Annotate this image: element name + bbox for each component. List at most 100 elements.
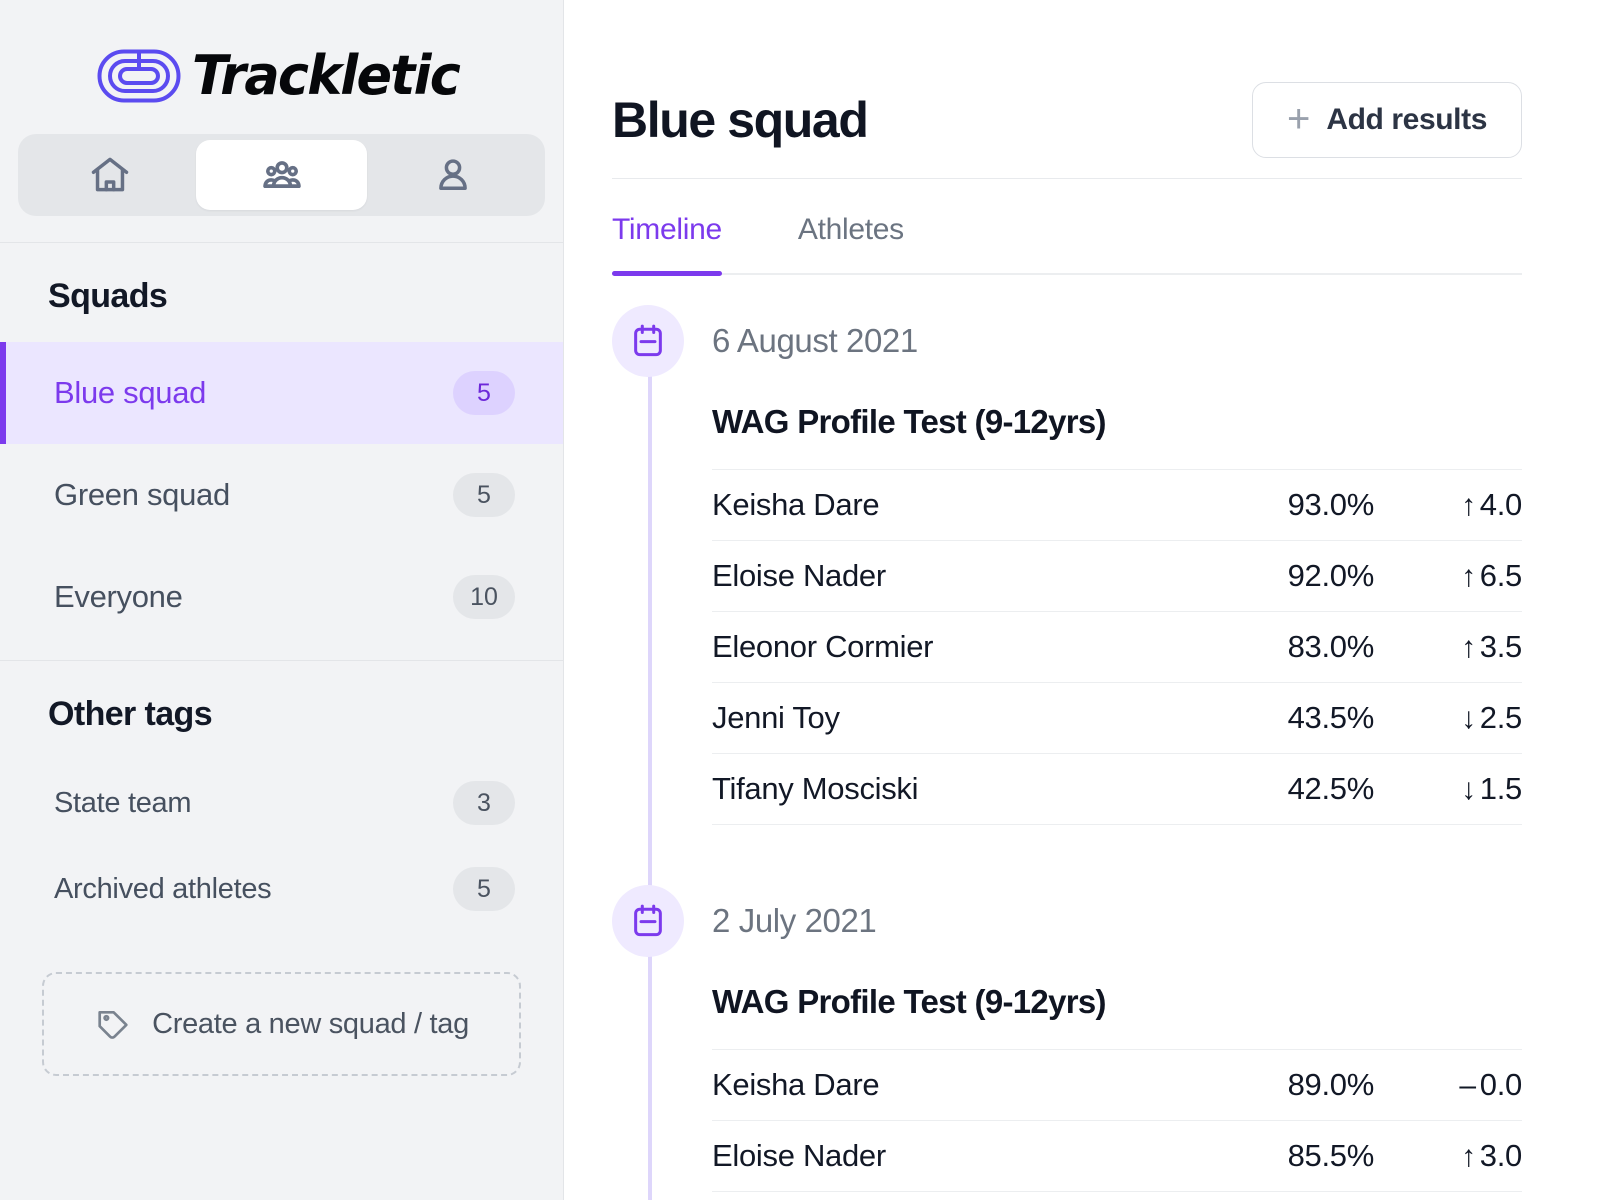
athlete-name: Tifany Mosciski: [712, 754, 1144, 825]
page-header: Blue squad + Add results: [612, 0, 1522, 178]
results-table: Keisha Dare 93.0% ↑4.0 Eloise Nader 92.0…: [712, 469, 1522, 825]
test-name: WAG Profile Test (9-12yrs): [712, 983, 1522, 1021]
timeline-entry-body: WAG Profile Test (9-12yrs) Keisha Dare 8…: [712, 957, 1522, 1200]
athlete-score: 93.0%: [1144, 470, 1374, 541]
athlete-delta: –0.0: [1374, 1050, 1522, 1121]
arrow-down-icon: ↓: [1461, 773, 1476, 807]
spacer: [0, 648, 563, 660]
athlete-name: Jenni Toy: [712, 683, 1144, 754]
athlete-name: Eloise Nader: [712, 1121, 1144, 1192]
other-tags-heading: Other tags: [0, 695, 563, 734]
brand-logo[interactable]: Trackletic: [0, 38, 563, 114]
app-root: Trackletic: [0, 0, 1600, 1200]
arrow-up-icon: ↑: [1461, 1140, 1476, 1174]
athlete-name: Eloise Nader: [712, 541, 1144, 612]
delta-value: 0.0: [1480, 1067, 1522, 1102]
brand-name: Trackletic: [192, 49, 459, 103]
track-loop-icon: [96, 48, 182, 104]
person-icon: [431, 153, 475, 197]
create-squad-tag-label: Create a new squad / tag: [152, 1008, 469, 1041]
nav-squads-button[interactable]: [196, 140, 368, 210]
sidebar-item-label: State team: [54, 787, 191, 820]
table-row[interactable]: Eloise Nader 85.5% ↑3.0: [712, 1121, 1522, 1192]
results-table: Keisha Dare 89.0% –0.0 Eloise Nader 85.5…: [712, 1049, 1522, 1192]
add-results-label: Add results: [1326, 103, 1487, 137]
tab-timeline-label: Timeline: [612, 213, 722, 246]
calendar-badge: [612, 885, 684, 957]
sidebar-item-label: Archived athletes: [54, 873, 271, 906]
timeline-entry: 2 July 2021 WAG Profile Test (9-12yrs) K…: [612, 885, 1522, 1200]
timeline-entry: 6 August 2021 WAG Profile Test (9-12yrs)…: [612, 305, 1522, 885]
sidebar-item-count: 5: [453, 371, 515, 415]
squads-section: Squads Blue squad 5 Green squad 5 Everyo…: [0, 243, 563, 648]
athlete-delta: ↓2.5: [1374, 683, 1522, 754]
people-group-icon: [259, 152, 305, 198]
sidebar-item-everyone[interactable]: Everyone 10: [0, 546, 563, 648]
calendar-icon: [629, 902, 667, 940]
delta-value: 6.5: [1480, 558, 1522, 593]
table-row[interactable]: Eleonor Cormier 83.0% ↑3.5: [712, 612, 1522, 683]
athlete-score: 89.0%: [1144, 1050, 1374, 1121]
sidebar: Trackletic: [0, 0, 564, 1200]
athlete-name: Keisha Dare: [712, 1050, 1144, 1121]
sidebar-item-green-squad[interactable]: Green squad 5: [0, 444, 563, 546]
plus-icon: +: [1287, 99, 1310, 139]
table-row[interactable]: Eloise Nader 92.0% ↑6.5: [712, 541, 1522, 612]
athlete-delta: ↑6.5: [1374, 541, 1522, 612]
sidebar-item-count: 3: [453, 781, 515, 825]
athlete-name: Keisha Dare: [712, 470, 1144, 541]
table-row[interactable]: Jenni Toy 43.5% ↓2.5: [712, 683, 1522, 754]
arrow-down-icon: ↓: [1461, 702, 1476, 736]
sidebar-item-archived-athletes[interactable]: Archived athletes 5: [0, 846, 563, 932]
arrow-up-icon: ↑: [1461, 489, 1476, 523]
test-name: WAG Profile Test (9-12yrs): [712, 403, 1522, 441]
sidebar-item-blue-squad[interactable]: Blue squad 5: [0, 342, 563, 444]
page-title: Blue squad: [612, 91, 867, 149]
athlete-delta: ↑4.0: [1374, 470, 1522, 541]
athlete-score: 42.5%: [1144, 754, 1374, 825]
athlete-delta: ↑3.5: [1374, 612, 1522, 683]
tab-athletes[interactable]: Athletes: [798, 213, 904, 275]
tab-athletes-label: Athletes: [798, 213, 904, 246]
main-content: Blue squad + Add results Timeline Athlet…: [564, 0, 1600, 1200]
tab-timeline[interactable]: Timeline: [612, 213, 722, 275]
calendar-badge: [612, 305, 684, 377]
sidebar-item-label: Green squad: [54, 477, 230, 513]
table-row[interactable]: Tifany Mosciski 42.5% ↓1.5: [712, 754, 1522, 825]
sidebar-item-count: 5: [453, 473, 515, 517]
arrow-up-icon: ↑: [1461, 631, 1476, 665]
sidebar-scroll: Squads Blue squad 5 Green squad 5 Everyo…: [0, 243, 563, 1200]
table-row[interactable]: Keisha Dare 89.0% –0.0: [712, 1050, 1522, 1121]
sidebar-item-state-team[interactable]: State team 3: [0, 760, 563, 846]
athlete-score: 85.5%: [1144, 1121, 1374, 1192]
nav-profile-button[interactable]: [367, 140, 539, 210]
table-row[interactable]: Keisha Dare 93.0% ↑4.0: [712, 470, 1522, 541]
delta-value: 4.0: [1480, 487, 1522, 522]
tab-bar: Timeline Athletes: [612, 179, 1522, 275]
nav-home-button[interactable]: [24, 140, 196, 210]
delta-value: 3.5: [1480, 629, 1522, 664]
sidebar-item-count: 10: [453, 575, 515, 619]
athlete-score: 83.0%: [1144, 612, 1374, 683]
delta-value: 3.0: [1480, 1138, 1522, 1173]
create-squad-tag-button[interactable]: Create a new squad / tag: [42, 972, 521, 1076]
timeline-entry-body: WAG Profile Test (9-12yrs) Keisha Dare 9…: [712, 377, 1522, 885]
other-tags-section: Other tags State team 3 Archived athlete…: [0, 660, 563, 1076]
timeline-date: 2 July 2021: [712, 885, 1522, 957]
sidebar-item-label: Blue squad: [54, 375, 206, 411]
arrow-up-icon: ↑: [1461, 560, 1476, 594]
athlete-delta: ↑3.0: [1374, 1121, 1522, 1192]
delta-value: 2.5: [1480, 700, 1522, 735]
delta-value: 1.5: [1480, 771, 1522, 806]
timeline-list: 6 August 2021 WAG Profile Test (9-12yrs)…: [612, 275, 1522, 1200]
add-results-button[interactable]: + Add results: [1252, 82, 1522, 158]
athlete-score: 43.5%: [1144, 683, 1374, 754]
athlete-delta: ↓1.5: [1374, 754, 1522, 825]
athlete-name: Eleonor Cormier: [712, 612, 1144, 683]
dash-icon: –: [1459, 1069, 1475, 1103]
primary-nav: [18, 134, 545, 216]
squads-heading: Squads: [0, 277, 563, 316]
sidebar-item-count: 5: [453, 867, 515, 911]
sidebar-item-label: Everyone: [54, 579, 183, 615]
athlete-score: 92.0%: [1144, 541, 1374, 612]
